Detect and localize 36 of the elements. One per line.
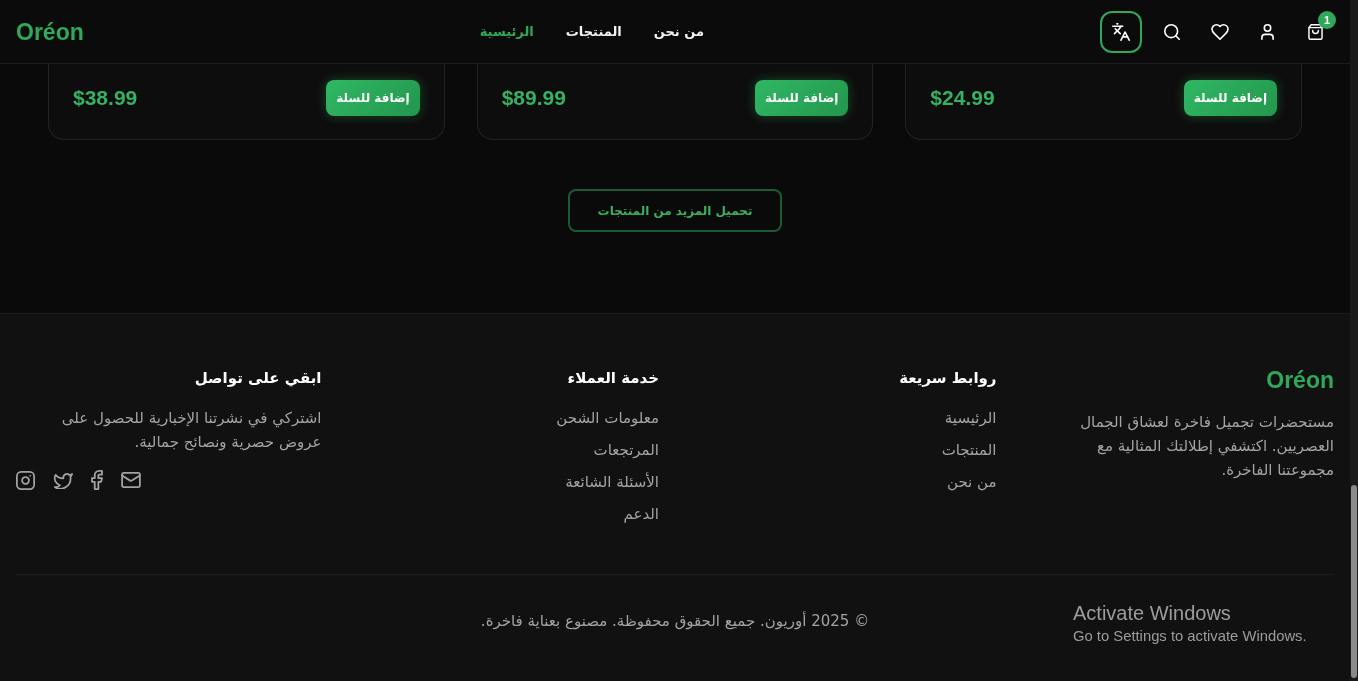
- activation-notice-text: Go to Settings to activate Windows.: [1073, 627, 1307, 645]
- footer-link[interactable]: من نحن: [947, 470, 997, 494]
- footer-link[interactable]: الدعم: [623, 502, 659, 526]
- heart-icon[interactable]: [1211, 23, 1229, 40]
- translate-button[interactable]: [1100, 10, 1142, 53]
- search-icon[interactable]: [1164, 23, 1180, 40]
- footer-logo: Oréon: [1266, 366, 1334, 394]
- scrollbar-thumb[interactable]: [1351, 485, 1357, 678]
- brand-logo[interactable]: Oréon: [16, 17, 84, 46]
- column-heading: خدمة العملاء: [567, 368, 659, 389]
- user-icon[interactable]: [1261, 23, 1275, 40]
- product-price: $38.99: [73, 86, 138, 110]
- product-price: $89.99: [501, 86, 566, 110]
- newsletter-text: اشتركي في نشرتنا الإخبارية للحصول على عروض حصرية ونصائح جمالية.: [60, 408, 322, 453]
- brand-description: مستحضرات تجميل فاخرة لعشاق الجمال العصريين. اكتشفي إطلالتك المثالية مع مجموعتنا الفاخرة.: [1079, 412, 1334, 481]
- mail-icon[interactable]: [121, 472, 141, 488]
- nav-link[interactable]: المنتجات: [565, 20, 622, 43]
- activation-notice-title: Activate Windows: [1073, 602, 1231, 624]
- nav-link[interactable]: من نحن: [653, 20, 704, 43]
- footer-link[interactable]: المنتجات: [941, 438, 997, 462]
- translate-icon[interactable]: [1112, 22, 1130, 41]
- footer-link[interactable]: الأسئلة الشائعة: [565, 470, 659, 494]
- footer-link[interactable]: معلومات الشحن: [556, 406, 659, 430]
- column-heading: ابقي على تواصل: [194, 368, 322, 389]
- twitter-icon[interactable]: [53, 471, 73, 489]
- column-heading: روابط سريعة: [899, 368, 997, 389]
- shopping-bag-icon[interactable]: [1308, 23, 1324, 40]
- footer-link[interactable]: الرئيسية: [944, 406, 997, 430]
- product-price: $24.99: [930, 86, 995, 110]
- copyright-text: © 2025 أوريون. جميع الحقوق محفوظة. مصنوع بعناية فاخرة.: [480, 611, 870, 631]
- load-more-button[interactable]: تحميل المزيد من المنتجات: [567, 189, 783, 232]
- footer-link[interactable]: المرتجعات: [593, 438, 659, 462]
- facebook-icon[interactable]: [91, 470, 103, 490]
- nav-link[interactable]: الرئيسية: [479, 20, 534, 43]
- cart-count-badge: 1: [1318, 10, 1336, 29]
- instagram-icon[interactable]: [16, 470, 35, 490]
